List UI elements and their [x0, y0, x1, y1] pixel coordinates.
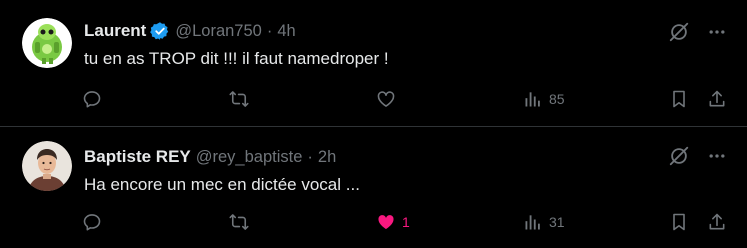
- share-button[interactable]: [707, 210, 727, 234]
- action-bar: 85: [0, 87, 747, 111]
- heart-outline-icon: [377, 91, 395, 107]
- share-icon: [709, 213, 725, 230]
- reply-icon: [83, 91, 101, 108]
- retweet-button[interactable]: [229, 210, 255, 234]
- tweet-header: Baptiste REY @rey_baptiste · 2h: [84, 145, 336, 169]
- share-icon: [709, 90, 725, 107]
- views-button[interactable]: 31: [523, 210, 565, 234]
- separator-dot: ·: [307, 147, 313, 166]
- like-button[interactable]: 1: [376, 210, 410, 234]
- tweet-text: Ha encore un mec en dictée vocal ...: [84, 175, 360, 194]
- tweet-text: tu en as TROP dit !!! il faut namedroper…: [84, 49, 389, 68]
- bookmark-button[interactable]: [669, 87, 689, 111]
- like-button[interactable]: [376, 87, 402, 111]
- retweet-icon: [229, 91, 249, 107]
- views-count: 85: [549, 91, 565, 107]
- avatar[interactable]: [22, 18, 72, 68]
- timestamp[interactable]: 4h: [277, 22, 295, 41]
- grok-icon[interactable]: [667, 20, 691, 44]
- person-photo-avatar-icon: [22, 141, 72, 191]
- handle[interactable]: @Loran750: [175, 22, 261, 41]
- bookmark-icon: [673, 90, 685, 108]
- display-name[interactable]: Laurent: [84, 21, 146, 41]
- verified-badge-icon[interactable]: [150, 21, 170, 41]
- bookmark-icon: [673, 213, 685, 231]
- green-robot-avatar-icon: [22, 18, 72, 68]
- avatar[interactable]: [22, 141, 72, 191]
- handle[interactable]: @rey_baptiste: [196, 148, 303, 167]
- views-chart-icon: [525, 92, 540, 107]
- action-bar: 1 31: [0, 210, 747, 234]
- separator-dot: ·: [266, 21, 273, 40]
- reply-button[interactable]: [82, 210, 108, 234]
- more-options-icon[interactable]: [705, 144, 729, 168]
- retweet-icon: [229, 214, 249, 230]
- retweet-button[interactable]: [229, 87, 255, 111]
- views-count: 31: [549, 214, 565, 230]
- tweet[interactable]: Baptiste REY @rey_baptiste · 2h Ha encor…: [0, 127, 747, 248]
- share-button[interactable]: [707, 87, 727, 111]
- reply-icon: [83, 214, 101, 231]
- display-name[interactable]: Baptiste REY: [84, 147, 191, 167]
- tweet-top-actions: [667, 144, 729, 168]
- views-chart-icon: [525, 215, 540, 230]
- like-count: 1: [402, 214, 410, 230]
- grok-icon[interactable]: [667, 144, 691, 168]
- reply-feed: Laurent @Loran750 · 4h tu en as TROP dit…: [0, 0, 747, 248]
- timestamp[interactable]: 2h: [318, 148, 336, 167]
- more-options-icon[interactable]: [705, 20, 729, 44]
- bookmark-button[interactable]: [669, 210, 689, 234]
- heart-filled-icon: [378, 215, 394, 230]
- tweet[interactable]: Laurent @Loran750 · 4h tu en as TROP dit…: [0, 0, 747, 126]
- tweet-header: Laurent @Loran750 · 4h: [84, 19, 296, 43]
- tweet-top-actions: [667, 20, 729, 44]
- views-button[interactable]: 85: [523, 87, 565, 111]
- reply-button[interactable]: [82, 87, 108, 111]
